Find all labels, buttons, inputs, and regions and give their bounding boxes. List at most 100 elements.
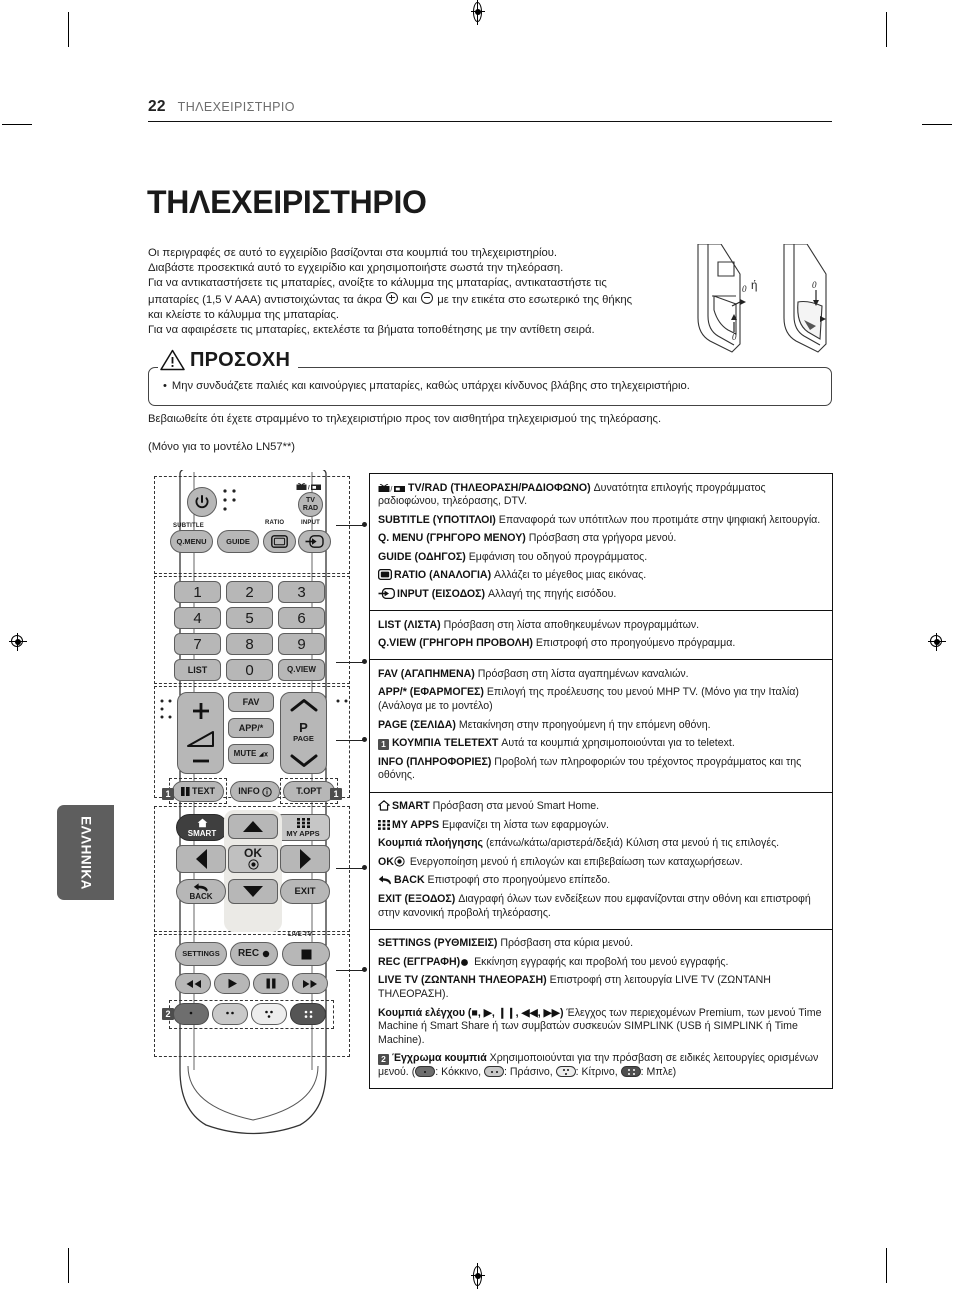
fast-forward-button[interactable]: [292, 973, 328, 994]
minus-sign-icon: [421, 291, 434, 304]
input-icon: [305, 535, 324, 548]
rewind-icon: ◀◀: [521, 1006, 538, 1019]
ok-button[interactable]: OK: [228, 845, 278, 873]
number-3-button[interactable]: 3: [278, 581, 325, 603]
desc-bold: INFO (ΠΛΗΡΟΦΟΡΙΕΣ): [378, 755, 492, 768]
info-button[interactable]: INFO: [230, 781, 280, 802]
settings-button[interactable]: SETTINGS: [175, 942, 227, 966]
number-8-button[interactable]: 8: [226, 633, 273, 655]
color-button-yellow[interactable]: [251, 1003, 287, 1025]
guide-button[interactable]: GUIDE: [217, 530, 259, 553]
intro-line-5: και κλείστε το κάλυμμα της μπαταρίας.: [148, 308, 340, 321]
desc-text: (επάνω/κάτω/αριστερά/δεξιά) Κύλιση στα μ…: [483, 837, 780, 850]
app-button[interactable]: APP/*: [228, 718, 274, 738]
exit-button[interactable]: EXIT: [280, 879, 330, 904]
desc-item-ratio: RATIO (ΑΝΑΛΟΓΙΑ) Αλλάζει το μέγεθος μιας…: [378, 567, 824, 586]
qview-button[interactable]: Q.VIEW: [278, 659, 325, 681]
callout-badge-teletext-left: 1: [162, 788, 174, 800]
color-button-blue[interactable]: [290, 1003, 326, 1025]
desc-item-fav: FAV (ΑΓΑΠΗΜΕΝΑ) Πρόσβαση στη λίστα αγαπη…: [378, 665, 824, 684]
desc-bold: Κουμπιά πλοήγησης: [378, 837, 484, 850]
mute-button[interactable]: MUTE: [228, 744, 274, 764]
number-5-button[interactable]: 5: [226, 607, 273, 629]
number-4-button[interactable]: 4: [174, 607, 221, 629]
desc-group-1: / TV/RAD (ΤΗΛΕΟΡΑΣΗ/ΡΑΔΙΟΦΩΝΟ) Δυνατότητ…: [370, 474, 832, 612]
rewind-button[interactable]: [175, 973, 211, 994]
desc-text: Πρόσβαση στη λίστα αγαπημένων καναλιών.: [474, 667, 689, 680]
color-legend-blue: : Μπλε): [640, 1065, 677, 1078]
color-button-red[interactable]: [173, 1003, 209, 1025]
live-tv-caption: LIVE TV: [288, 932, 313, 938]
desc-item-control-buttons: Κουμπιά ελέγχου (■, ▶, ❙❙, ◀◀, ▶▶) Έλεγχ…: [378, 1004, 824, 1050]
green-button-icon: [484, 1065, 504, 1077]
callout-badge-2: 2: [378, 1054, 389, 1066]
desc-bold: OK: [378, 855, 394, 868]
nav-down-button[interactable]: [228, 879, 278, 904]
tv-radio-icon: /: [378, 483, 406, 493]
warning-triangle-icon: [160, 349, 185, 371]
page-letter-label: P: [299, 720, 308, 735]
color-button-green[interactable]: [212, 1003, 248, 1025]
svg-text:/: /: [308, 485, 310, 491]
desc-item-teletext: 1 ΚΟΥΜΠΙΑ TELETEXT Αυτά τα κουμπιά χρησιμ…: [378, 735, 824, 754]
green-dots-icon: [226, 1011, 234, 1015]
pause-button[interactable]: [253, 973, 289, 994]
number-0-button[interactable]: 0: [226, 659, 273, 681]
nav-left-button[interactable]: [176, 845, 226, 873]
rec-button[interactable]: REC: [230, 942, 278, 966]
leader-dot-3: [362, 737, 367, 742]
page-rocker-button[interactable]: P PAGE: [280, 692, 327, 774]
arrow-down-icon: [243, 886, 263, 897]
subtitle-caption: SUBTITLE: [173, 523, 204, 529]
back-arrow-icon: [193, 882, 208, 892]
live-tv-stop-button[interactable]: [282, 942, 330, 966]
model-note: (Μόνο για το μοντέλο LN57**): [148, 441, 296, 453]
fav-button[interactable]: FAV: [228, 692, 274, 712]
list-button[interactable]: LIST: [174, 659, 221, 681]
nav-up-button[interactable]: [228, 814, 278, 839]
desc-bold: SUBTITLE (ΥΠΟΤΙΤΛΟΙ): [378, 513, 496, 526]
desc-text: Εμφανίζει τη λίστα των εφαρμογών.: [439, 818, 609, 831]
volume-rocker-button[interactable]: [177, 692, 224, 774]
desc-bold: Έγχρωμα κουμπιά: [392, 1052, 487, 1065]
text-button[interactable]: TEXT: [172, 781, 224, 802]
back-button[interactable]: BACK: [176, 879, 226, 904]
right-ir-dots-icon: [336, 699, 348, 703]
number-1-button[interactable]: 1: [174, 581, 221, 603]
myapps-button[interactable]: MY APPS: [276, 814, 330, 841]
volume-down-icon: [192, 759, 209, 763]
number-2-button[interactable]: 2: [226, 581, 273, 603]
play-icon: ▶: [483, 1006, 492, 1019]
power-button[interactable]: [187, 487, 217, 517]
record-dot-icon: [460, 958, 469, 967]
ratio-button[interactable]: [263, 530, 296, 553]
topt-button[interactable]: T.OPT: [283, 781, 335, 802]
caution-title: ΠΡΟΣΟΧΗ: [190, 348, 291, 371]
tvrad-button[interactable]: TV RAD: [298, 492, 323, 517]
home-icon: [197, 818, 207, 827]
desc-bold: LIVE TV (ΖΩΝΤΑΝΗ ΤΗΛΕΟΡΑΣΗ): [378, 974, 547, 987]
play-button[interactable]: [214, 973, 250, 994]
intro-paragraph: Οι περιγραφές σε αυτό το εγχειρίδιο βασί…: [148, 246, 678, 338]
desc-text: Επιστροφή στο προηγούμενο πρόγραμμα.: [532, 637, 736, 650]
crop-mark-right-edge: [922, 124, 952, 125]
input-button[interactable]: [298, 530, 331, 553]
svg-text:0: 0: [732, 332, 737, 342]
remote-control-diagram: / TV RAD SUBTITLE Q.MENU GUIDE RATIO INP…: [150, 470, 367, 1135]
desc-item-back: BACK Επιστροφή στο προηγούμενο επίπεδο.: [378, 872, 824, 891]
leader-dot-5: [362, 967, 367, 972]
qmenu-button[interactable]: Q.MENU: [170, 530, 213, 553]
registration-mark-right: [928, 633, 946, 651]
power-icon: [195, 495, 209, 509]
battery-illustration: 0 0 0 ή: [688, 243, 836, 354]
desc-text: Μετακίνηση στην προηγούμενη ή την επόμεν…: [455, 718, 711, 731]
smart-button[interactable]: SMART: [176, 814, 228, 841]
number-6-button[interactable]: 6: [278, 607, 325, 629]
red-dot-icon: [189, 1011, 193, 1015]
fast-forward-icon: [302, 979, 317, 988]
desc-text: Πρόσβαση στα μενού Smart Home.: [429, 800, 600, 812]
nav-right-button[interactable]: [280, 845, 330, 873]
number-9-button[interactable]: 9: [278, 633, 325, 655]
number-7-button[interactable]: 7: [174, 633, 221, 655]
callout-badge-teletext-right: 1: [330, 788, 342, 800]
